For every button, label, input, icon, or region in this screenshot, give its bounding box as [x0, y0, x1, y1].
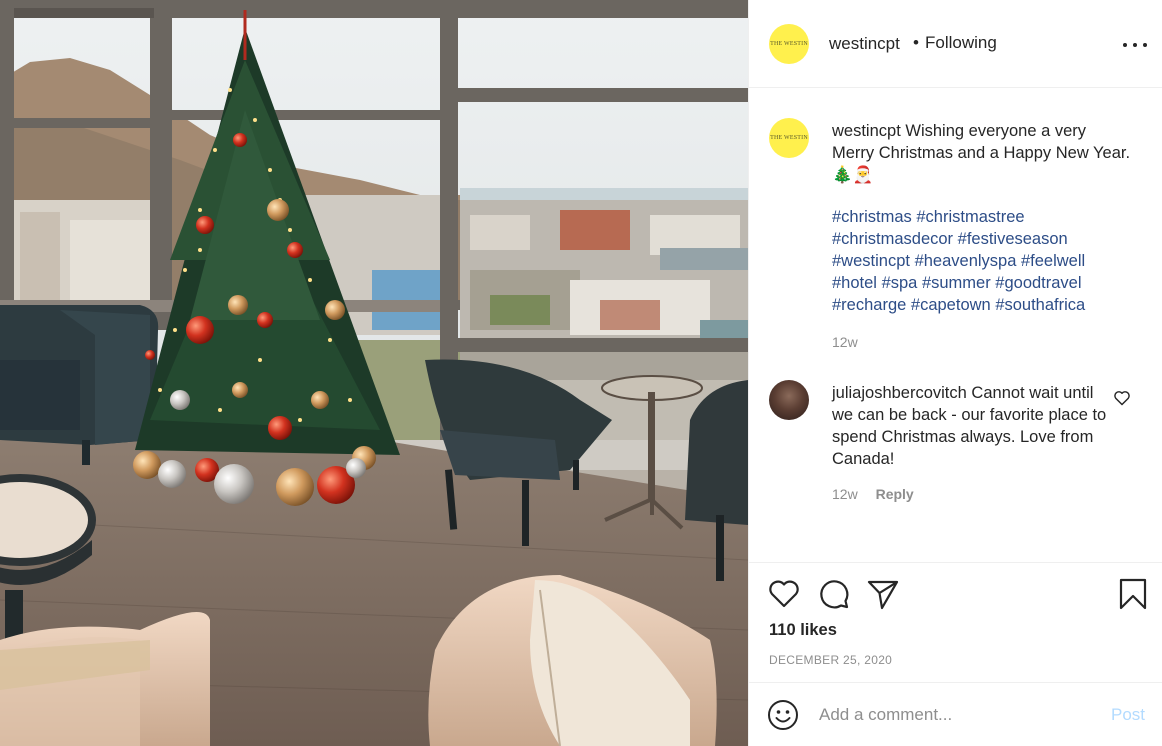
more-options-icon[interactable]	[1123, 36, 1147, 54]
hashtag-link[interactable]: #feelwell	[1021, 252, 1085, 270]
bookmark-icon[interactable]	[1116, 577, 1150, 611]
reply-button[interactable]: Reply	[876, 486, 914, 502]
post-date[interactable]: DECEMBER 25, 2020	[769, 653, 892, 667]
hashtag-link[interactable]: #westincpt	[832, 252, 910, 270]
post-photo[interactable]	[0, 0, 748, 746]
hashtag-link[interactable]: #heavenlyspa	[915, 252, 1017, 270]
emoji-icon[interactable]	[767, 699, 799, 731]
add-comment-bar: Post	[749, 682, 1162, 746]
caption-avatar[interactable]: THE WESTIN	[769, 118, 809, 158]
following-button[interactable]: Following	[925, 33, 997, 53]
comment-input[interactable]	[819, 701, 1099, 729]
hashtag-link[interactable]: #hotel	[832, 274, 877, 292]
heart-icon[interactable]	[767, 577, 801, 611]
hashtag-link[interactable]: #christmastree	[916, 208, 1024, 226]
hashtag-link[interactable]: #recharge	[832, 296, 906, 314]
post-side-panel: THE WESTIN westincpt • Following THE WES…	[748, 0, 1162, 746]
action-bar: 110 likes DECEMBER 25, 2020	[749, 562, 1162, 682]
likes-count[interactable]: 110 likes	[769, 621, 837, 640]
header-username[interactable]: westincpt	[829, 34, 900, 54]
comment-text-block: juliajoshbercovitch Cannot wait until we…	[832, 382, 1112, 470]
comment-heart-icon[interactable]	[1113, 390, 1131, 406]
caption-username[interactable]: westincpt	[832, 122, 901, 140]
comment-meta: 12w Reply	[832, 486, 914, 502]
hashtag-link[interactable]: #festiveseason	[958, 230, 1068, 248]
comment-time[interactable]: 12w	[832, 486, 858, 502]
caption-hashtags: #christmas #christmastree #christmasdeco…	[832, 206, 1132, 316]
hashtag-link[interactable]: #christmasdecor	[832, 230, 953, 248]
comment-username[interactable]: juliajoshbercovitch	[832, 384, 967, 402]
avatar-logo-text: THE WESTIN	[770, 135, 808, 141]
post-button[interactable]: Post	[1111, 705, 1145, 725]
header-separator: •	[913, 33, 919, 52]
hashtag-link[interactable]: #goodtravel	[995, 274, 1081, 292]
commenter-avatar[interactable]	[769, 380, 809, 420]
comment-icon[interactable]	[817, 577, 851, 611]
account-avatar[interactable]: THE WESTIN	[769, 24, 809, 64]
hashtag-link[interactable]: #southafrica	[995, 296, 1085, 314]
hashtag-link[interactable]: #spa	[882, 274, 918, 292]
caption-time[interactable]: 12w	[832, 334, 858, 350]
share-icon[interactable]	[866, 577, 900, 611]
avatar-logo-text: THE WESTIN	[770, 41, 808, 47]
hashtag-link[interactable]: #capetown	[911, 296, 991, 314]
caption-text-block: westincpt Wishing everyone a very Merry …	[832, 120, 1132, 186]
hashtag-link[interactable]: #christmas	[832, 208, 912, 226]
comments-section: THE WESTIN westincpt Wishing everyone a …	[749, 88, 1162, 562]
post-header: THE WESTIN westincpt • Following	[749, 0, 1162, 88]
hashtag-link[interactable]: #summer	[922, 274, 991, 292]
